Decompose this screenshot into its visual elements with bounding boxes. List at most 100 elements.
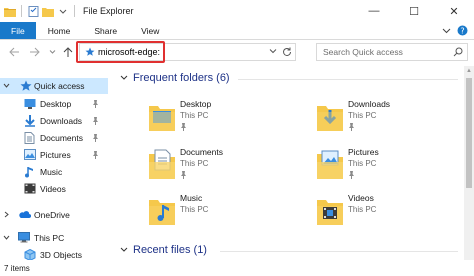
sidebar-item-documents[interactable]: Documents xyxy=(0,130,108,146)
tab-share[interactable]: Share xyxy=(82,22,129,39)
folder-location: This PC xyxy=(180,111,209,120)
collapse-chevron-icon[interactable] xyxy=(3,234,10,243)
recent-locations-chevron-icon[interactable] xyxy=(46,46,58,58)
sidebar-item-label: 3D Objects xyxy=(40,250,83,260)
sidebar-item-videos[interactable]: Videos xyxy=(0,181,108,197)
videos-folder-icon xyxy=(316,192,344,226)
section-title: Frequent folders (6) xyxy=(133,72,230,84)
search-input[interactable]: Search Quick access xyxy=(316,43,468,61)
downloads-folder-icon xyxy=(24,115,36,127)
customize-toolbar-chevron-icon[interactable] xyxy=(57,5,69,17)
downloads-folder-icon xyxy=(316,98,344,132)
tab-view[interactable]: View xyxy=(129,22,171,39)
pin-icon xyxy=(348,171,355,181)
folder-tile-downloads[interactable]: Downloads This PC xyxy=(316,98,474,142)
help-icon[interactable]: ? xyxy=(457,25,468,38)
address-highlight-box xyxy=(76,41,165,63)
sidebar-item-onedrive[interactable]: OneDrive xyxy=(0,207,108,223)
svg-text:?: ? xyxy=(460,26,464,35)
documents-folder-icon xyxy=(148,146,176,180)
tab-home[interactable]: Home xyxy=(36,22,83,39)
folder-location: This PC xyxy=(180,205,209,214)
sidebar-item-label: This PC xyxy=(34,233,65,243)
tab-file[interactable]: File xyxy=(0,22,36,39)
section-collapse-chevron-icon[interactable] xyxy=(120,74,128,83)
scroll-up-arrow-icon[interactable]: ▲ xyxy=(464,66,474,76)
folder-location: This PC xyxy=(348,205,377,214)
search-icon[interactable] xyxy=(453,47,463,59)
frequent-folders-header[interactable]: Frequent folders (6) xyxy=(120,72,230,84)
address-row: microsoft-edge: Search Quick access xyxy=(0,40,474,66)
folder-tile-videos[interactable]: Videos This PC xyxy=(316,192,474,236)
ribbon-right-controls: ? xyxy=(442,25,468,38)
sidebar-item-downloads[interactable]: Downloads xyxy=(0,113,108,129)
computer-icon xyxy=(18,232,30,244)
folder-location: This PC xyxy=(348,159,377,168)
maximize-button[interactable]: ☐ xyxy=(394,0,434,22)
properties-icon[interactable] xyxy=(27,5,39,17)
folder-location: This PC xyxy=(348,111,377,120)
item-count: 7 items xyxy=(4,263,30,273)
sidebar-item-label: Pictures xyxy=(40,150,71,160)
sidebar-item-this-pc[interactable]: This PC xyxy=(0,230,108,246)
folder-location: This PC xyxy=(180,159,209,168)
collapse-chevron-icon[interactable] xyxy=(3,82,10,91)
search-placeholder: Search Quick access xyxy=(323,47,403,57)
forward-arrow-icon[interactable] xyxy=(28,46,40,58)
pictures-folder-icon xyxy=(316,146,344,180)
star-icon xyxy=(20,80,32,92)
videos-folder-icon xyxy=(24,183,36,195)
pin-icon xyxy=(92,100,99,110)
folder-tile-pictures[interactable]: Pictures This PC xyxy=(316,146,474,190)
sidebar-item-label: Desktop xyxy=(40,99,72,109)
recent-files-header[interactable]: Recent files (1) xyxy=(120,244,207,256)
pin-icon xyxy=(180,123,187,133)
new-folder-icon[interactable] xyxy=(42,5,54,17)
pin-icon xyxy=(92,117,99,127)
section-collapse-chevron-icon[interactable] xyxy=(120,246,128,255)
minimize-button[interactable]: — xyxy=(354,0,394,22)
sidebar-item-music[interactable]: Music xyxy=(0,164,108,180)
sidebar-item-label: Documents xyxy=(40,133,83,143)
toolbar-divider xyxy=(74,5,75,17)
sidebar-item-label: Quick access xyxy=(34,81,85,91)
sidebar-item-quick-access[interactable]: Quick access xyxy=(0,78,108,94)
window-controls: — ☐ ✕ xyxy=(354,0,474,22)
folder-name: Music xyxy=(180,193,203,203)
expand-ribbon-chevron-icon[interactable] xyxy=(442,26,451,37)
vertical-scrollbar[interactable]: ▲ xyxy=(464,66,474,260)
title-bar: File Explorer — ☐ ✕ xyxy=(0,0,474,22)
section-title: Recent files (1) xyxy=(133,244,207,256)
folder-tile-desktop[interactable]: Desktop This PC xyxy=(148,98,308,142)
folder-tile-documents[interactable]: Documents This PC xyxy=(148,146,308,190)
back-arrow-icon[interactable] xyxy=(8,46,20,58)
sidebar-item-desktop[interactable]: Desktop xyxy=(0,96,108,112)
up-arrow-icon[interactable] xyxy=(62,46,74,58)
music-folder-icon xyxy=(148,192,176,226)
folder-name: Pictures xyxy=(348,147,379,157)
folder-name: Videos xyxy=(348,193,374,203)
navigation-pane: Quick access Desktop Downloads Documents xyxy=(0,66,108,262)
pin-icon xyxy=(348,123,355,133)
section-divider xyxy=(220,251,458,252)
desktop-folder-icon xyxy=(148,98,176,132)
expand-chevron-icon[interactable] xyxy=(3,211,10,220)
close-button[interactable]: ✕ xyxy=(434,0,474,22)
sidebar-item-label: Downloads xyxy=(40,116,83,126)
folder-tile-music[interactable]: Music This PC xyxy=(148,192,308,236)
refresh-icon[interactable] xyxy=(281,46,293,58)
toolbar-divider xyxy=(21,5,22,17)
status-bar: 7 items xyxy=(0,260,474,276)
sidebar-item-pictures[interactable]: Pictures xyxy=(0,147,108,163)
pin-icon xyxy=(180,171,187,181)
scroll-thumb[interactable] xyxy=(466,78,472,188)
address-dropdown-chevron-icon[interactable] xyxy=(269,47,277,57)
sidebar-item-label: Videos xyxy=(40,184,66,194)
window-title: File Explorer xyxy=(83,6,134,16)
pin-icon xyxy=(92,151,99,161)
sidebar-item-label: OneDrive xyxy=(34,210,70,220)
pictures-folder-icon xyxy=(24,149,36,161)
quick-access-toolbar xyxy=(0,0,77,22)
content-pane: Frequent folders (6) Desktop This PC Dow… xyxy=(108,66,464,260)
pin-icon xyxy=(92,134,99,144)
